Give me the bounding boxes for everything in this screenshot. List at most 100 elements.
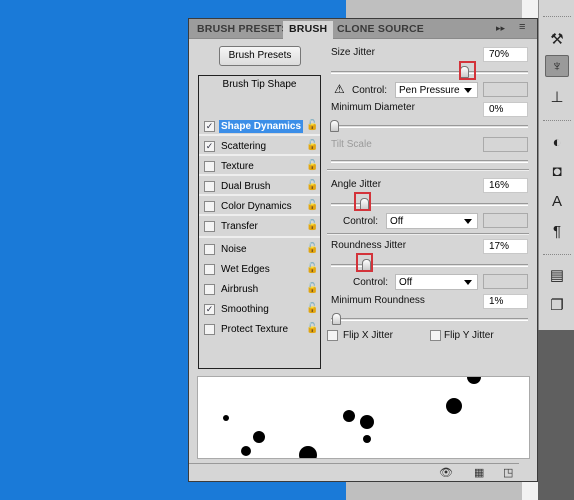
checkbox[interactable] — [204, 263, 215, 275]
lock-icon[interactable]: 🔓 — [306, 160, 318, 172]
tab-clone-source[interactable]: CLONE SOURCE — [331, 21, 430, 39]
adjustments-icon[interactable]: ◐ — [545, 131, 569, 153]
lock-icon[interactable]: 🔓 — [306, 120, 318, 132]
roundness-jitter-input[interactable]: 17% — [483, 239, 528, 254]
highlight-box — [459, 61, 476, 80]
option-label: Wet Edges — [221, 263, 270, 275]
brush-dab — [253, 431, 265, 443]
tab-brush-presets[interactable]: BRUSH PRESETS — [191, 21, 295, 39]
option-label: Scattering — [221, 140, 267, 152]
checkbox[interactable] — [204, 220, 215, 232]
size-jitter-slider[interactable] — [331, 66, 528, 78]
divider — [189, 463, 519, 464]
brush-dab — [363, 435, 371, 443]
minimum-diameter-slider[interactable] — [330, 120, 528, 132]
angle-jitter-label: Angle Jitter — [331, 179, 382, 190]
lock-icon[interactable]: 🔓 — [306, 200, 318, 212]
option-label: Protect Texture — [221, 323, 289, 335]
option-item[interactable]: Protect Texture 🔓 — [199, 319, 320, 339]
checkbox[interactable] — [204, 200, 215, 212]
roundness-jitter-control-select[interactable]: Off — [395, 274, 478, 290]
create-new-brush-icon[interactable]: ◳ — [503, 466, 513, 479]
option-item[interactable]: Texture 🔓 — [199, 156, 320, 176]
checkbox[interactable]: ✓ — [204, 140, 215, 152]
minimum-diameter-input[interactable]: 0% — [483, 102, 528, 117]
brush-dab — [299, 446, 317, 458]
toggle-live-tip-preview-icon[interactable]: 👁 — [439, 466, 453, 479]
option-item[interactable]: Wet Edges 🔓 — [199, 259, 320, 279]
control-label: Control: — [353, 277, 389, 288]
option-label: Airbrush — [221, 283, 259, 295]
control-label: Control: — [352, 85, 388, 96]
option-item[interactable]: Dual Brush 🔓 — [199, 176, 320, 196]
minimum-roundness-slider[interactable] — [331, 313, 528, 325]
checkbox[interactable]: ✓ — [204, 120, 215, 132]
dock-empty-area — [538, 330, 574, 500]
brush-tool-icon[interactable]: ⚒ — [545, 28, 569, 50]
chevron-down-icon — [464, 280, 472, 285]
lock-icon[interactable]: 🔓 — [306, 220, 318, 232]
tilt-scale-label: Tilt Scale — [331, 139, 372, 150]
minimum-diameter-label: Minimum Diameter — [331, 102, 415, 113]
brush-dab — [467, 377, 481, 384]
chevron-down-icon — [464, 88, 472, 93]
flip-y-checkbox[interactable] — [430, 330, 441, 341]
brush-dab — [360, 415, 374, 429]
brush-dab — [446, 398, 462, 414]
lock-icon[interactable]: 🔓 — [306, 283, 318, 295]
masks-icon[interactable]: ◘ — [545, 160, 569, 182]
minimum-roundness-input[interactable]: 1% — [483, 294, 528, 309]
info-icon[interactable]: ▤ — [545, 264, 569, 286]
tilt-scale-input — [483, 137, 528, 152]
checkbox[interactable] — [204, 243, 215, 255]
lock-icon[interactable]: 🔓 — [306, 140, 318, 152]
brush-dab — [223, 415, 229, 421]
open-preset-manager-icon[interactable]: ▦ — [474, 466, 484, 479]
angle-jitter-input[interactable]: 16% — [483, 178, 528, 193]
size-jitter-input[interactable]: 70% — [483, 47, 528, 62]
checkbox[interactable]: ✓ — [204, 303, 215, 315]
angle-jitter-control-select[interactable]: Off — [386, 213, 478, 229]
paragraph-icon[interactable]: ¶ — [545, 220, 569, 242]
size-jitter-control-select[interactable]: Pen Pressure — [395, 82, 478, 98]
roundness-jitter-control-field — [483, 274, 528, 289]
brush-panel-icon[interactable]: ♆ — [545, 55, 569, 77]
option-label: Smoothing — [221, 303, 269, 315]
lock-icon[interactable]: 🔓 — [306, 323, 318, 335]
slider-thumb[interactable] — [331, 313, 341, 325]
select-value: Off — [390, 216, 404, 227]
brush-tip-shape-item[interactable]: Brush Tip Shape — [199, 79, 320, 90]
option-item[interactable]: ✓ Scattering 🔓 — [199, 136, 320, 156]
slider-thumb[interactable] — [330, 120, 339, 132]
character-icon[interactable]: A — [545, 190, 569, 212]
option-item[interactable]: Airbrush 🔓 — [199, 279, 320, 299]
checkbox[interactable] — [204, 180, 215, 192]
size-jitter-label: Size Jitter — [331, 47, 375, 58]
highlight-box — [356, 253, 373, 272]
option-item[interactable]: ✓ Smoothing 🔓 — [199, 299, 320, 319]
flip-y-label: Flip Y Jitter — [444, 330, 494, 341]
checkbox[interactable] — [204, 160, 215, 172]
lock-icon[interactable]: 🔓 — [306, 180, 318, 192]
clone-source-icon[interactable]: ⊥ — [545, 86, 569, 108]
checkbox[interactable] — [204, 323, 215, 335]
tab-brush[interactable]: BRUSH — [283, 21, 334, 39]
checkbox[interactable] — [204, 283, 215, 295]
option-item[interactable]: Transfer 🔓 — [199, 216, 320, 236]
panel-menu-icon[interactable]: ≡ — [519, 21, 525, 33]
divider — [327, 169, 529, 171]
lock-icon[interactable]: 🔓 — [306, 243, 318, 255]
lock-icon[interactable]: 🔓 — [306, 303, 318, 315]
option-label: Color Dynamics — [221, 200, 292, 212]
option-item[interactable]: ✓ Shape Dynamics 🔓 — [199, 116, 320, 136]
option-label: Dual Brush — [221, 180, 271, 192]
lock-icon[interactable]: 🔓 — [306, 263, 318, 275]
brush-presets-button[interactable]: Brush Presets — [219, 46, 301, 66]
double-arrow-icon[interactable]: ▸▸ — [496, 23, 505, 34]
layer-comps-icon[interactable]: ❐ — [545, 294, 569, 316]
brush-panel: BRUSH PRESETS BRUSH CLONE SOURCE ▸▸ ≡ Br… — [188, 18, 538, 482]
option-item[interactable]: Color Dynamics 🔓 — [199, 196, 320, 216]
flip-x-checkbox[interactable] — [327, 330, 338, 341]
brush-dab — [343, 410, 355, 422]
option-item[interactable]: Noise 🔓 — [199, 239, 320, 259]
